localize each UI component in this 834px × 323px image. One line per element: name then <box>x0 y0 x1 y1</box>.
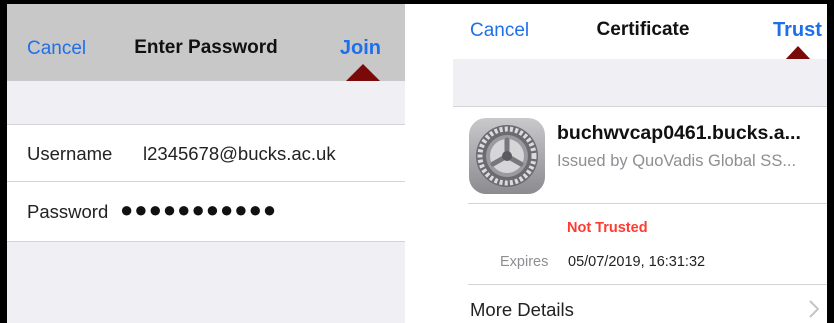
expires-value: 05/07/2019, 16:31:32 <box>568 254 706 270</box>
username-row: Username l2345678@bucks.ac.uk <box>7 125 405 182</box>
chevron-right-icon <box>809 300 819 318</box>
settings-gear-icon <box>469 118 545 194</box>
enter-password-screen: Cancel Enter Password Join Username l234… <box>7 4 405 323</box>
username-field[interactable]: l2345678@bucks.ac.uk <box>143 143 336 165</box>
certificate-issuer: Issued by QuoVadis Global SS... <box>557 152 797 170</box>
certificate-name: buchwvcap0461.bucks.a... <box>557 122 801 144</box>
join-button[interactable]: Join <box>340 37 381 60</box>
expires-label: Expires <box>500 254 549 270</box>
section-spacer <box>7 81 405 124</box>
section-spacer <box>453 59 827 106</box>
username-label: Username <box>27 143 113 164</box>
frame-right-border <box>827 0 834 323</box>
password-label: Password <box>27 201 109 222</box>
password-field[interactable]: ●●●●●●●●●●● <box>120 197 277 223</box>
password-row: Password ●●●●●●●●●●● <box>7 183 405 240</box>
panel-divider <box>405 4 453 323</box>
page-title: Certificate <box>596 19 690 40</box>
divider <box>468 284 827 285</box>
certificate-screen: Cancel Certificate Trust buchwvcap0461.b… <box>453 4 827 323</box>
certificate-summary: buchwvcap0461.bucks.a... Issued by QuoVa… <box>453 106 827 203</box>
trust-status: Not Trusted <box>567 220 648 236</box>
trust-button[interactable]: Trust <box>773 19 822 42</box>
credentials-form: Username l2345678@bucks.ac.uk Password ●… <box>7 124 405 242</box>
navigation-bar: Cancel Certificate Trust <box>453 4 827 59</box>
divider <box>468 203 827 204</box>
more-details-row[interactable]: More Details <box>470 299 574 321</box>
frame-left-border <box>0 0 7 323</box>
